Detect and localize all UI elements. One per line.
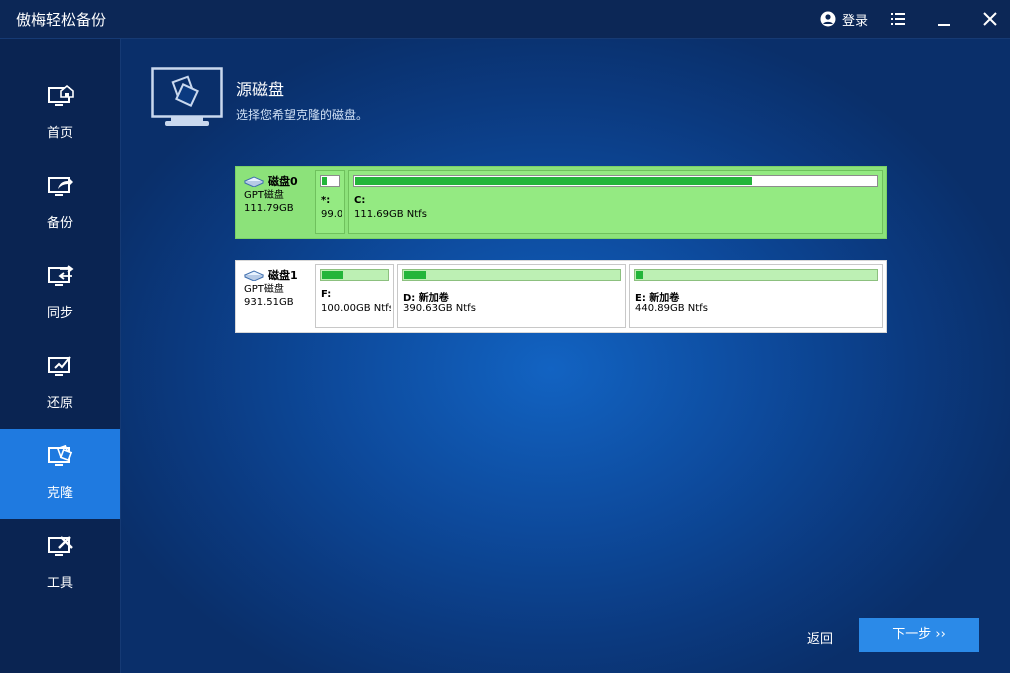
- minimize-icon[interactable]: [936, 11, 952, 27]
- back-button[interactable]: 返回: [807, 628, 833, 647]
- tools-icon: [48, 536, 73, 556]
- partition-detail: 390.63GB Ntfs: [403, 303, 476, 314]
- menu-icon[interactable]: [890, 11, 906, 27]
- usage-bar-fill: [322, 271, 344, 279]
- partition-letter: D: 新加卷: [403, 293, 449, 304]
- disk-row-0[interactable]: 磁盘0 GPT磁盘 111.79GB *: 99.0 C: 111.69GB N…: [235, 166, 887, 239]
- user-icon: [820, 11, 836, 27]
- partition-letter: C:: [354, 195, 366, 206]
- usage-bar: [402, 269, 621, 281]
- sidebar-item-home[interactable]: 首页: [0, 69, 120, 159]
- disk-icon: [244, 269, 264, 281]
- login-label: 登录: [841, 13, 868, 29]
- sidebar-item-backup[interactable]: 备份: [0, 159, 120, 249]
- disk-info: 磁盘1 GPT磁盘 931.51GB: [244, 267, 318, 309]
- page-subtitle: 选择您希望克隆的磁盘。: [236, 108, 369, 122]
- clone-icon: [48, 445, 73, 466]
- usage-bar-fill: [404, 271, 426, 279]
- restore-icon: [48, 356, 71, 376]
- partition-0-1[interactable]: C: 111.69GB Ntfs: [348, 170, 883, 234]
- sidebar-item-sync[interactable]: 同步: [0, 249, 120, 339]
- sidebar-item-label: 备份: [46, 216, 73, 231]
- sidebar-item-label: 克隆: [46, 486, 73, 501]
- title-bar: 傲梅轻松备份 登录: [0, 0, 1010, 39]
- usage-bar: [320, 269, 389, 281]
- partition-detail: 100.00GB Ntfs: [321, 303, 391, 314]
- sidebar: 首页 备份 同步 还原 克隆 工具: [0, 39, 121, 673]
- partition-1-0[interactable]: F: 100.00GB Ntfs: [315, 264, 394, 328]
- partition-detail: 99.0: [321, 209, 342, 220]
- sidebar-item-restore[interactable]: 还原: [0, 339, 120, 429]
- disk-type: GPT磁盘: [244, 190, 284, 201]
- next-button[interactable]: 下一步 ››: [859, 618, 979, 652]
- usage-bar-fill: [322, 177, 328, 185]
- disk-name: 磁盘1: [244, 267, 318, 283]
- sidebar-item-label: 工具: [46, 576, 73, 591]
- title-bar-controls: 登录: [820, 0, 1010, 38]
- disk-size: 931.51GB: [244, 297, 294, 308]
- usage-bar: [320, 175, 340, 187]
- home-icon: [48, 85, 74, 106]
- partition-detail: 440.89GB Ntfs: [635, 303, 708, 314]
- sync-icon: [48, 265, 74, 286]
- sidebar-item-clone[interactable]: 克隆: [0, 429, 120, 519]
- usage-bar-fill: [636, 271, 644, 279]
- disk-size: 111.79GB: [244, 203, 294, 214]
- sidebar-item-tools[interactable]: 工具: [0, 519, 120, 609]
- main-panel: 源磁盘 选择您希望克隆的磁盘。 磁盘0 GPT磁盘 111.79GB *: 99…: [121, 39, 1010, 673]
- app-title: 傲梅轻松备份: [16, 11, 107, 29]
- disk-type: GPT磁盘: [244, 284, 284, 295]
- usage-bar-fill: [355, 177, 753, 185]
- page-title: 源磁盘: [236, 80, 285, 99]
- partition-letter: F:: [321, 289, 332, 300]
- partition-letter: E: 新加卷: [635, 293, 680, 304]
- disk-info: 磁盘0 GPT磁盘 111.79GB: [244, 173, 318, 215]
- login-button[interactable]: 登录: [820, 10, 868, 29]
- backup-icon: [48, 177, 73, 196]
- close-icon[interactable]: [982, 11, 998, 27]
- partition-1-1[interactable]: D: 新加卷 390.63GB Ntfs: [397, 264, 626, 328]
- partition-0-0[interactable]: *: 99.0: [315, 170, 345, 234]
- sidebar-item-label: 还原: [46, 396, 73, 411]
- partition-letter: *:: [321, 195, 331, 206]
- usage-bar: [634, 269, 878, 281]
- usage-bar: [353, 175, 878, 187]
- partition-detail: 111.69GB Ntfs: [354, 209, 427, 220]
- disk-icon: [244, 175, 264, 187]
- sidebar-item-label: 首页: [46, 126, 73, 141]
- clone-monitor-icon: [151, 67, 223, 126]
- disk-row-1[interactable]: 磁盘1 GPT磁盘 931.51GB F: 100.00GB Ntfs D: 新…: [235, 260, 887, 333]
- disk-name: 磁盘0: [244, 173, 318, 189]
- sidebar-item-label: 同步: [46, 306, 73, 321]
- partition-1-2[interactable]: E: 新加卷 440.89GB Ntfs: [629, 264, 883, 328]
